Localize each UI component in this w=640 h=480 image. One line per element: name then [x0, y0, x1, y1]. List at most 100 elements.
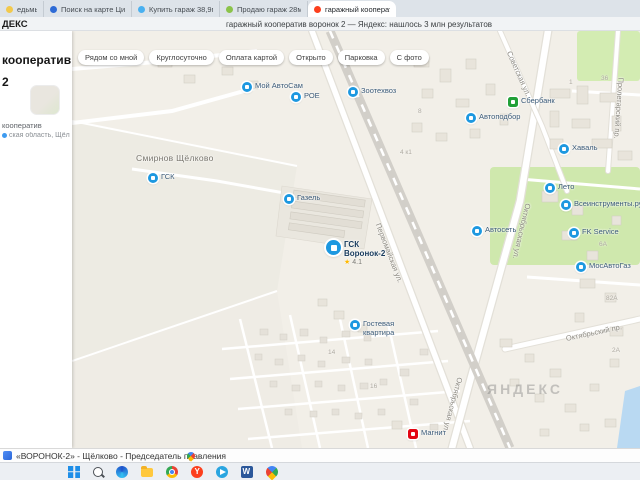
poi-icon[interactable]	[326, 240, 341, 255]
poi-icon[interactable]	[545, 183, 555, 193]
poi-text: Лето	[558, 182, 575, 192]
house-number: 4 к1	[400, 149, 412, 156]
search-icon[interactable]	[93, 466, 103, 477]
result-thumbnail[interactable]	[30, 85, 60, 115]
map-filter-bar: Рядом со мной Круглосуточно Оплата картой О…	[78, 50, 429, 65]
browser-tab[interactable]: Купить гараж 38,9м² Мос...	[132, 1, 220, 17]
yandex-logo-partial[interactable]: ДЕКС	[2, 19, 28, 30]
start-icon[interactable]	[68, 465, 80, 478]
poi-label: Сбербанк	[521, 96, 555, 105]
street-label: Пролетарский пр.	[612, 77, 626, 140]
folder-icon[interactable]	[141, 466, 153, 477]
tab-label: Поиск на карте Циан в Щ...	[61, 4, 125, 14]
poi-icon[interactable]	[466, 113, 476, 123]
house-number: 2А	[612, 347, 620, 354]
poi-icon[interactable]	[576, 262, 586, 272]
screen: едьмыши... Поиск на карте Циан в Щ... Купи…	[0, 0, 640, 480]
map-filter-chip[interactable]: Оплата картой	[218, 50, 285, 65]
map-poi[interactable]: Лето	[545, 182, 575, 193]
poi-icon[interactable]	[291, 92, 301, 102]
poi-label: Автоподбор	[479, 112, 521, 121]
map-canvas[interactable]: Рядом со мной Круглосуточно Оплата картой О…	[72, 31, 640, 448]
poi-text: ГСК Воронок-2 ★ 4.1	[344, 240, 402, 266]
map-filter-chip[interactable]: Круглосуточно	[149, 50, 214, 65]
map-label-layer: Смирнов Щёлково Первомайская ул. Октябрьск…	[72, 31, 640, 448]
map-filter-chip[interactable]: Рядом со мной	[78, 50, 145, 65]
map-poi[interactable]: FK Service	[569, 227, 619, 238]
poi-icon[interactable]	[408, 429, 418, 439]
map-poi[interactable]: Магнит	[408, 428, 446, 439]
poi-text: РОЕ	[304, 91, 320, 101]
telegram-icon[interactable]	[216, 465, 228, 478]
map-poi[interactable]: Сбербанк	[508, 96, 555, 107]
poi-label: Хаваль	[572, 143, 598, 152]
poi-icon[interactable]	[569, 228, 579, 238]
map-poi[interactable]: Зоотехвоз	[348, 86, 397, 97]
poi-icon[interactable]	[561, 200, 571, 210]
poi-text: Зоотехвоз	[361, 86, 397, 96]
map-poi[interactable]: ГСК Воронок-2 ★ 4.1	[326, 240, 402, 266]
poi-label: Зоотехвоз	[361, 86, 397, 95]
map-poi[interactable]: Мой АвтоСам	[242, 81, 303, 92]
browser-tab[interactable]: Продаю гараж 28м² Мос...	[220, 1, 308, 17]
word-icon[interactable]	[241, 465, 253, 478]
page-content: кооператив 2 кооператив ская область, Щё…	[0, 31, 640, 448]
result-heading-line2: 2	[2, 75, 9, 89]
house-number: 14	[328, 349, 336, 356]
poi-icon[interactable]	[508, 97, 518, 107]
map-filter-chip[interactable]: Парковка	[337, 50, 385, 65]
map-poi[interactable]: Хаваль	[559, 143, 598, 154]
tab-favicon	[50, 5, 57, 13]
maps-icon[interactable]	[263, 463, 281, 480]
poi-text: FK Service	[582, 227, 619, 237]
yandex-icon[interactable]	[191, 465, 203, 478]
browser-tab[interactable]: Поиск на карте Циан в Щ...	[44, 1, 132, 17]
map-poi[interactable]: Гостевая квартира	[350, 319, 421, 337]
house-number: 82А	[606, 295, 618, 302]
house-number: 6А	[599, 241, 607, 248]
poi-label: FK Service	[582, 227, 619, 236]
search-sidebar: кооператив 2 кооператив ская область, Щё…	[0, 31, 72, 448]
browser-toolbar: ДЕКС гаражный кооператив воронок 2 — Янд…	[0, 17, 640, 31]
tab-label: гаражный кооператив...	[325, 4, 390, 14]
street-label: Советская ул.	[504, 49, 533, 98]
map-poi[interactable]: ГСК	[148, 172, 175, 183]
map-poi[interactable]: Газель	[284, 193, 321, 204]
browser-tab[interactable]: гаражный кооператив...	[308, 1, 396, 17]
map-poi[interactable]: Автосеть	[472, 225, 516, 236]
window-favicon	[3, 451, 12, 460]
poi-icon[interactable]	[559, 144, 569, 154]
browser-tab[interactable]: едьмыши...	[0, 1, 44, 17]
map-poi[interactable]: РОЕ	[291, 91, 320, 102]
poi-text: Хаваль	[572, 143, 598, 153]
house-number: 36	[601, 75, 609, 82]
map-poi[interactable]: МосАвтоГаз	[576, 261, 631, 272]
map-poi[interactable]: Всеинструменты.ру	[561, 199, 640, 210]
poi-icon[interactable]	[472, 226, 482, 236]
chrome-icon[interactable]	[166, 465, 178, 478]
poi-text: Мой АвтоСам	[255, 81, 303, 91]
poi-text: ГСК	[161, 172, 175, 182]
tab-label: Продаю гараж 28м² Мос...	[237, 4, 301, 14]
poi-label: Газель	[297, 193, 321, 202]
result-heading-line1: кооператив	[2, 53, 72, 67]
poi-icon[interactable]	[242, 82, 252, 92]
map-poi[interactable]: Автоподбор	[466, 112, 521, 123]
poi-icon[interactable]	[284, 194, 294, 204]
result-name[interactable]: кооператив	[2, 121, 70, 130]
poi-icon[interactable]	[348, 87, 358, 97]
poi-icon[interactable]	[350, 320, 360, 330]
poi-label: Лето	[558, 182, 575, 191]
background-window-title-bar[interactable]: «ВОРОНОК-2» - Щёлково - Председатель пра…	[0, 448, 640, 462]
house-number: 8	[418, 108, 422, 115]
map-filter-chip[interactable]: С фото	[389, 50, 429, 65]
poi-icon[interactable]	[148, 173, 158, 183]
location-icon	[2, 133, 7, 138]
poi-label: Всеинструменты.ру	[574, 199, 640, 208]
rating-value: 4.1	[352, 258, 363, 266]
house-number: 16	[370, 383, 378, 390]
tab-favicon	[314, 5, 321, 13]
page-title: гаражный кооператив воронок 2 — Яндекс: …	[226, 20, 493, 29]
map-filter-chip[interactable]: Открыто	[289, 50, 333, 65]
edge-icon[interactable]	[116, 465, 128, 478]
